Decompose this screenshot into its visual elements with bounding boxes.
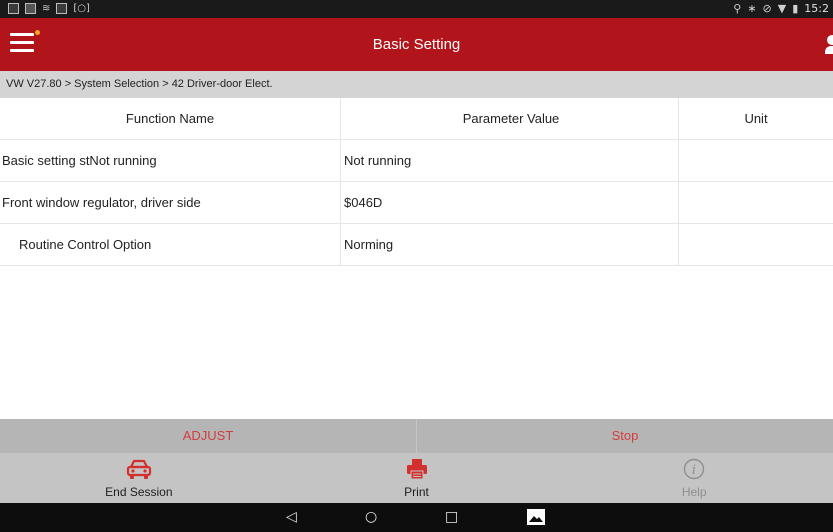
status-left-icons: ≋ [○] bbox=[8, 3, 90, 14]
notification-icon bbox=[56, 3, 68, 14]
table-row[interactable]: Front window regulator, driver side $046… bbox=[0, 182, 833, 224]
column-header-parameter-value: Parameter Value bbox=[341, 98, 679, 140]
user-icon-body bbox=[825, 46, 833, 54]
screenshot-icon: [○] bbox=[73, 3, 90, 14]
status-time: 15:2 bbox=[804, 2, 829, 15]
unit-cell bbox=[679, 224, 833, 266]
parameter-value-cell: $046D bbox=[341, 182, 679, 224]
svg-text:i: i bbox=[692, 463, 696, 478]
home-icon[interactable]: ○ bbox=[365, 503, 377, 532]
parameter-value-cell: Not running bbox=[341, 140, 679, 182]
function-name-cell: Front window regulator, driver side bbox=[0, 182, 341, 224]
status-bar: ≋ [○] ⚲ ∗ ⊘ ▼ ▮ 15:2 bbox=[0, 0, 833, 18]
end-session-label: End Session bbox=[105, 485, 173, 499]
help-button[interactable]: i Help bbox=[555, 453, 833, 503]
table-row[interactable]: Basic setting stNot running Not running bbox=[0, 140, 833, 182]
stop-button[interactable]: Stop bbox=[416, 419, 833, 453]
function-name-cell: Routine Control Option bbox=[0, 224, 341, 266]
action-bar: ADJUST Stop bbox=[0, 419, 833, 453]
table-row[interactable]: Routine Control Option Norming bbox=[0, 224, 833, 266]
bluetooth-icon: ∗ bbox=[747, 2, 757, 15]
user-icon[interactable] bbox=[825, 35, 833, 55]
info-icon: i bbox=[683, 458, 705, 485]
back-icon[interactable]: ◁ bbox=[286, 503, 297, 532]
print-button[interactable]: Print bbox=[278, 453, 556, 503]
printer-icon bbox=[406, 458, 428, 485]
table-header-row: Function Name Parameter Value Unit bbox=[0, 98, 833, 140]
user-icon-head bbox=[827, 35, 833, 45]
unit-cell bbox=[679, 140, 833, 182]
parameter-value-cell: Norming bbox=[341, 224, 679, 266]
adjust-button[interactable]: ADJUST bbox=[0, 419, 416, 453]
function-name-cell: Basic setting stNot running bbox=[0, 140, 341, 182]
column-header-function-name: Function Name bbox=[0, 98, 341, 140]
notification-icon bbox=[8, 3, 19, 14]
gallery-icon[interactable] bbox=[527, 509, 545, 526]
breadcrumb: VW V27.80 > System Selection > 42 Driver… bbox=[0, 71, 833, 98]
end-session-button[interactable]: End Session bbox=[0, 453, 278, 503]
wifi-icon: ▼ bbox=[777, 2, 787, 15]
wifi-icon: ≋ bbox=[42, 3, 51, 14]
bottom-toolbar: End Session Print i Help bbox=[0, 453, 833, 503]
recents-icon[interactable]: □ bbox=[445, 503, 458, 532]
battery-icon: ▮ bbox=[792, 2, 799, 15]
page-title: Basic Setting bbox=[372, 36, 461, 53]
app-screen: ≋ [○] ⚲ ∗ ⊘ ▼ ▮ 15:2 Basic Setting VW V2… bbox=[0, 0, 833, 532]
help-label: Help bbox=[681, 485, 707, 499]
blocked-icon: ⊘ bbox=[762, 2, 772, 15]
system-nav-bar: ◁ ○ □ bbox=[0, 503, 833, 532]
unit-cell bbox=[679, 182, 833, 224]
parameter-table: Function Name Parameter Value Unit Basic… bbox=[0, 98, 833, 266]
status-right-icons: ⚲ ∗ ⊘ ▼ ▮ 15:2 bbox=[733, 2, 829, 15]
app-header: Basic Setting bbox=[0, 18, 833, 71]
column-header-unit: Unit bbox=[744, 111, 768, 126]
message-icon bbox=[25, 3, 36, 14]
location-icon: ⚲ bbox=[733, 2, 742, 15]
car-icon bbox=[126, 458, 152, 485]
print-label: Print bbox=[404, 485, 429, 499]
